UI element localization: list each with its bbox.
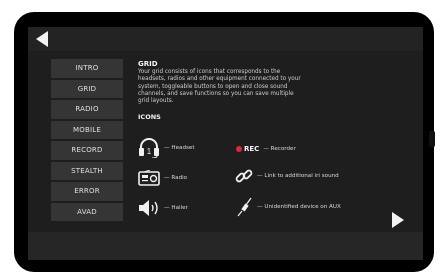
sidebar-item-error[interactable]: ERROR: [51, 182, 123, 201]
sidebar-item-grid[interactable]: GRID: [51, 79, 123, 98]
headset-number: 1: [147, 147, 152, 156]
legend-aux: — Unidentified device on AUX: [237, 197, 341, 217]
bottom-bar: [28, 232, 423, 260]
legend-radio: — Radio: [138, 170, 187, 186]
hailer-label: — Hailer: [164, 205, 188, 211]
legend-link: — Link to additional iri sound: [235, 167, 339, 185]
radio-icon: [138, 170, 160, 186]
recorder-label: — Recorder: [263, 146, 296, 152]
sidebar-item-avad[interactable]: AVAD: [51, 202, 123, 221]
speaker-icon: [139, 200, 158, 216]
headset-label: — Headset: [164, 145, 195, 151]
description-text: Your grid consists of icons that corresp…: [138, 69, 301, 105]
next-arrow-icon[interactable]: [392, 212, 404, 228]
sidebar-item-intro[interactable]: INTRO: [51, 59, 123, 78]
aux-plug-icon: [237, 197, 252, 217]
home-button[interactable]: [429, 131, 435, 147]
sidebar-item-mobile[interactable]: MOBILE: [51, 120, 123, 139]
headset-icon: 1: [139, 138, 159, 158]
sidebar-item-stealth[interactable]: STEALTH: [51, 161, 123, 180]
page-title: GRID: [138, 60, 158, 68]
link-icon: [235, 169, 253, 183]
aux-label: — Unidentified device on AUX: [257, 204, 341, 210]
rec-dot-icon: [236, 146, 242, 152]
sidebar-nav: INTRO GRID RADIO MOBILE RECORD STEALTH E…: [51, 59, 123, 223]
screen: INTRO GRID RADIO MOBILE RECORD STEALTH E…: [28, 27, 423, 260]
legend-hailer: — Hailer: [138, 199, 188, 217]
legend-recorder: REC — Recorder: [236, 145, 296, 153]
legend-headset: 1 — Headset: [138, 138, 195, 158]
rec-indicator: REC: [244, 145, 260, 153]
back-arrow-icon[interactable]: [36, 31, 48, 47]
sidebar-item-radio[interactable]: RADIO: [51, 100, 123, 119]
icons-heading: ICONS: [138, 113, 161, 122]
sidebar-item-record[interactable]: RECORD: [51, 141, 123, 160]
link-label: — Link to additional iri sound: [257, 173, 339, 179]
main-content: GRID Your grid consists of icons that co…: [138, 60, 408, 121]
top-bar: [28, 27, 423, 51]
radio-label: — Radio: [164, 175, 188, 181]
